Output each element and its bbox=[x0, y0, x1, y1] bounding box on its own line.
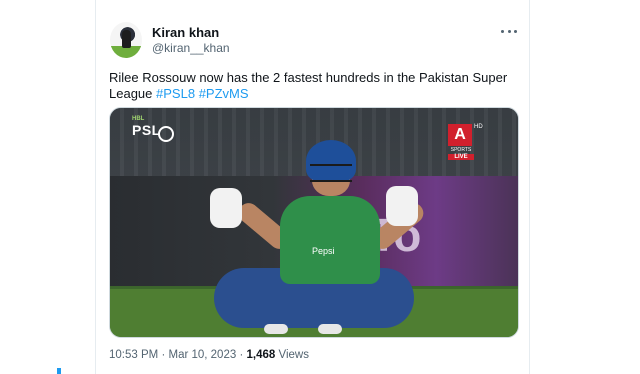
views-count: 1,468 bbox=[246, 349, 276, 361]
views-label: Views bbox=[278, 349, 309, 361]
live-badge: LIVE bbox=[448, 154, 474, 160]
channel-letter: A bbox=[448, 124, 472, 146]
psl-logo: HBL PSL bbox=[132, 116, 161, 138]
player-shoe-left bbox=[264, 324, 288, 334]
meta-separator: · bbox=[239, 349, 244, 361]
player-jersey bbox=[280, 196, 380, 284]
shirt-sponsor: Pepsi bbox=[312, 246, 335, 256]
hashtag-psl8[interactable]: #PSL8 bbox=[156, 86, 195, 101]
psl-mark-icon bbox=[158, 126, 174, 142]
avatar-figure bbox=[122, 30, 131, 48]
meta-separator: · bbox=[161, 349, 166, 361]
dot bbox=[514, 29, 517, 33]
psl-text: PSL bbox=[132, 122, 161, 138]
player-shoe-right bbox=[318, 324, 342, 334]
channel-hd: HD bbox=[474, 124, 483, 130]
tweet-text: Rilee Rossouw now has the 2 fastest hund… bbox=[109, 70, 514, 102]
channel-name: SPORTS bbox=[450, 147, 472, 153]
dot bbox=[507, 29, 511, 33]
tweet-meta: 10:53 PM · Mar 10, 2023 · 1,468 Views bbox=[109, 349, 309, 361]
more-dots-icon[interactable] bbox=[501, 23, 517, 39]
tweet-date[interactable]: Mar 10, 2023 bbox=[168, 349, 236, 361]
tweet-time[interactable]: 10:53 PM bbox=[109, 349, 158, 361]
avatar[interactable] bbox=[110, 22, 142, 58]
channel-logo: A HD SPORTS LIVE bbox=[448, 124, 483, 164]
tweet-media-image[interactable]: kTo HBL PSL A HD SPORTS LIVE Pepsi bbox=[109, 107, 519, 338]
player-glove-left bbox=[210, 188, 242, 228]
author-display-name[interactable]: Kiran khan bbox=[152, 25, 219, 40]
dot bbox=[501, 29, 504, 33]
cursor-icon bbox=[57, 368, 61, 374]
author-handle[interactable]: @kiran__khan bbox=[152, 41, 230, 55]
cricketer: Pepsi bbox=[200, 138, 430, 337]
player-glove-right bbox=[386, 186, 418, 226]
helmet-grill bbox=[310, 164, 352, 182]
hashtag-pzvms[interactable]: #PZvMS bbox=[199, 86, 249, 101]
